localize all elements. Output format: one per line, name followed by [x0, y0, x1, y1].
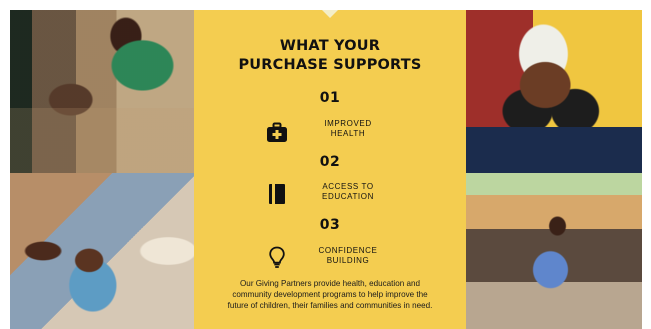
item-label-3-line-1: CONFIDENCE — [318, 246, 378, 255]
book-icon — [265, 182, 289, 206]
top-notch — [322, 10, 338, 18]
item-label-1-line-1: IMPROVED — [324, 119, 372, 128]
photo-children-outside-school — [10, 10, 194, 173]
purchase-supports-panel: WHAT YOUR PURCHASE SUPPORTS 01 IMPROVED … — [194, 10, 466, 329]
photo-children-raising-hands — [10, 173, 194, 329]
heading-line-1: WHAT YOUR — [279, 38, 381, 54]
item-number-2: 02 — [319, 154, 341, 170]
giving-banner: WHAT YOUR PURCHASE SUPPORTS 01 IMPROVED … — [10, 10, 642, 329]
item-label-1: IMPROVED HEALTH — [288, 119, 408, 139]
lightbulb-icon — [265, 245, 289, 269]
item-label-2-line-1: ACCESS TO — [322, 182, 374, 191]
item-label-3-line-2: BUILDING — [326, 256, 370, 265]
first-aid-kit-icon — [265, 120, 289, 144]
item-number-3: 03 — [319, 217, 341, 233]
item-label-2-line-2: EDUCATION — [322, 192, 374, 201]
heading-line-2: PURCHASE SUPPORTS — [238, 57, 422, 73]
giving-partners-description: Our Giving Partners provide health, educ… — [227, 279, 433, 310]
item-label-3: CONFIDENCE BUILDING — [288, 246, 408, 266]
photo-boy-speaking-to-crowd — [466, 173, 642, 329]
panel-heading: WHAT YOUR PURCHASE SUPPORTS — [194, 37, 466, 75]
photo-boy-holding-shoes — [466, 10, 642, 173]
item-number-1: 01 — [319, 90, 341, 106]
item-label-2: ACCESS TO EDUCATION — [288, 182, 408, 202]
item-label-1-line-2: HEALTH — [330, 129, 366, 138]
